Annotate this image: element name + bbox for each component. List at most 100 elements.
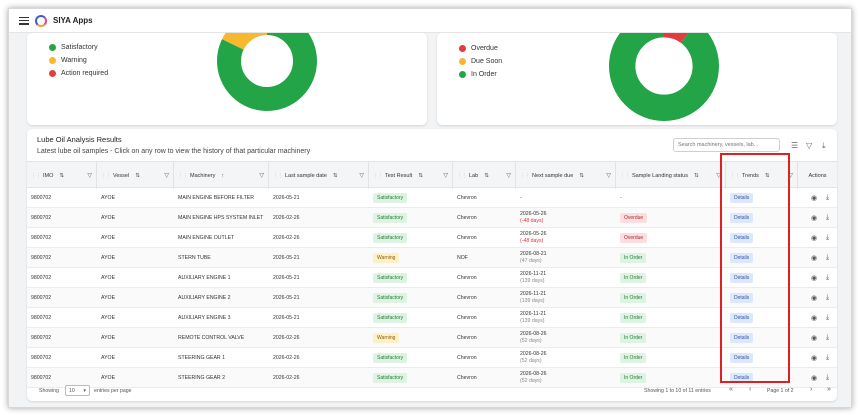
lab-cell: Chevron bbox=[457, 375, 477, 381]
landing-status-badge: In Order bbox=[620, 353, 647, 363]
row-download-icon[interactable]: ⤓ bbox=[826, 288, 829, 308]
landing-status-badge: In Order bbox=[620, 313, 647, 323]
legend-item-overdue[interactable]: Overdue bbox=[459, 42, 502, 55]
column-filter-icon: ▽ bbox=[606, 173, 611, 179]
trends-column-highlight bbox=[720, 153, 790, 383]
last-sample-date-cell: 2026-02-26 bbox=[273, 375, 300, 381]
chevron-down-icon: ▾ bbox=[83, 388, 86, 394]
view-eye-icon[interactable]: ◉ bbox=[811, 328, 817, 348]
view-eye-icon[interactable]: ◉ bbox=[811, 288, 817, 308]
vessel-cell: AYOE bbox=[101, 195, 116, 201]
page-indicator: Page 1 of 2 bbox=[767, 388, 794, 394]
column-header-vessel[interactable]: ⋮⋮ Vessel ⇅ ▽ bbox=[97, 162, 174, 189]
view-eye-icon[interactable]: ◉ bbox=[811, 308, 817, 328]
column-header-actions: Actions bbox=[808, 172, 827, 179]
last-sample-date-cell: 2026-05-21 bbox=[273, 295, 300, 301]
row-download-icon[interactable]: ⤓ bbox=[826, 328, 829, 348]
row-download-icon[interactable]: ⤓ bbox=[826, 348, 829, 368]
legend-item-action-required[interactable]: Action required bbox=[49, 67, 108, 80]
table-row[interactable]: 9800702 AYOE MAIN ENGINE HPS SYSTEM INLET 2… bbox=[27, 208, 837, 228]
prev-page-icon[interactable]: ‹ bbox=[749, 386, 751, 393]
column-header-imo[interactable]: ⋮⋮ IMO ⇅ ▽ bbox=[27, 162, 97, 189]
sample-due-summary-card: Overdue Due Soon In Order bbox=[437, 33, 837, 125]
landing-status-badge: In Order bbox=[620, 293, 647, 303]
row-download-icon[interactable]: ⤓ bbox=[826, 268, 829, 288]
row-download-icon[interactable]: ⤓ bbox=[826, 248, 829, 268]
columns-icon[interactable]: ☰ bbox=[791, 141, 798, 150]
row-download-icon[interactable]: ⤓ bbox=[826, 208, 829, 228]
imo-cell: 9800702 bbox=[31, 215, 52, 221]
landing-status-badge: In Order bbox=[620, 373, 647, 383]
entries-count: Showing 1 to 10 of 11 entries bbox=[644, 388, 711, 394]
vessel-cell: AYOE bbox=[101, 335, 116, 341]
table-row[interactable]: 9800702 AYOE AUXILIARY ENGINE 3 2026-05-21 S… bbox=[27, 308, 837, 328]
column-filter-icon: ▽ bbox=[164, 173, 169, 179]
test-result-badge: Satisfactory bbox=[373, 213, 408, 223]
next-sample-due-date: 2026-05-26 bbox=[520, 211, 547, 217]
test-result-donut-chart[interactable] bbox=[217, 33, 317, 111]
next-sample-due-date: 2026-08-21 bbox=[520, 251, 547, 257]
lab-cell: Chevron bbox=[457, 235, 477, 241]
legend-item-due-soon[interactable]: Due Soon bbox=[459, 55, 502, 68]
row-download-icon[interactable]: ⤓ bbox=[826, 308, 829, 328]
column-filter-icon: ▽ bbox=[87, 173, 92, 179]
donut-segment-in-order[interactable] bbox=[609, 33, 719, 121]
menu-icon[interactable] bbox=[19, 16, 29, 25]
days-remaining: (52 days) bbox=[520, 358, 542, 364]
last-sample-date-cell: 2026-02-26 bbox=[273, 355, 300, 361]
sample-due-legend: Overdue Due Soon In Order bbox=[459, 42, 502, 81]
legend-item-in-order[interactable]: In Order bbox=[459, 68, 502, 81]
table-row[interactable]: 9800702 AYOE AUXILIARY ENGINE 2 2026-05-21 S… bbox=[27, 288, 837, 308]
last-page-icon[interactable]: » bbox=[827, 386, 831, 393]
legend-item-satisfactory[interactable]: Satisfactory bbox=[49, 41, 108, 54]
view-eye-icon[interactable]: ◉ bbox=[811, 348, 817, 368]
table-row[interactable]: 9800702 AYOE STEERING GEAR 1 2026-02-26 Sati… bbox=[27, 348, 837, 368]
view-eye-icon[interactable]: ◉ bbox=[811, 228, 817, 248]
column-filter-icon: ▽ bbox=[506, 173, 511, 179]
table-row[interactable]: 9800702 AYOE STERN TUBE 2026-05-21 Warning NO… bbox=[27, 248, 837, 268]
test-result-badge: Satisfactory bbox=[373, 313, 408, 323]
column-header-machinery[interactable]: ⋮⋮ Machinery ↑ ▽ bbox=[174, 162, 269, 189]
test-result-summary-card: Satisfactory Warning Action required bbox=[27, 33, 427, 125]
view-eye-icon[interactable]: ◉ bbox=[811, 268, 817, 288]
machinery-cell: AUXILIARY ENGINE 3 bbox=[178, 315, 231, 321]
legend-item-warning[interactable]: Warning bbox=[49, 54, 108, 67]
machinery-cell: AUXILIARY ENGINE 2 bbox=[178, 295, 231, 301]
view-eye-icon[interactable]: ◉ bbox=[811, 188, 817, 208]
download-icon[interactable]: ⤓ bbox=[822, 141, 826, 151]
lab-cell: Chevron bbox=[457, 215, 477, 221]
view-eye-icon[interactable]: ◉ bbox=[811, 208, 817, 228]
column-header-test-result[interactable]: ⋮⋮ Test Result ⇅ ▽ bbox=[369, 162, 453, 189]
column-header-lab[interactable]: ⋮⋮ Lab ⇅ ▽ bbox=[453, 162, 516, 189]
next-page-icon[interactable]: › bbox=[810, 386, 812, 393]
vessel-cell: AYOE bbox=[101, 215, 116, 221]
vessel-cell: AYOE bbox=[101, 295, 116, 301]
view-eye-icon[interactable]: ◉ bbox=[811, 248, 817, 268]
next-sample-due-date: 2026-08-26 bbox=[520, 371, 547, 377]
column-filter-icon: ▽ bbox=[443, 173, 448, 179]
search-input[interactable] bbox=[673, 138, 780, 152]
filter-icon[interactable]: ▽ bbox=[806, 141, 812, 150]
last-sample-date-cell: 2026-02-26 bbox=[273, 235, 300, 241]
first-page-icon[interactable]: « bbox=[729, 386, 733, 393]
table-row[interactable]: 9800702 AYOE MAIN ENGINE BEFORE FILTER 2026… bbox=[27, 188, 837, 208]
machinery-cell: STERN TUBE bbox=[178, 255, 211, 261]
imo-cell: 9800702 bbox=[31, 355, 52, 361]
page-size-select[interactable]: 10 ▾ bbox=[65, 385, 90, 396]
legend-dot-icon bbox=[49, 57, 56, 64]
table-row[interactable]: 9800702 AYOE REMOTE CONTROL VALVE 2026-02-2… bbox=[27, 328, 837, 348]
column-filter-icon: ▽ bbox=[259, 173, 264, 179]
sample-due-donut-chart[interactable] bbox=[609, 33, 719, 121]
column-header-last-sample-date[interactable]: ⋮⋮ Last sample date ⇅ ▽ bbox=[269, 162, 369, 189]
table-row[interactable]: 9800702 AYOE MAIN ENGINE OUTLET 2026-02-26 S… bbox=[27, 228, 837, 248]
column-header-sample-landing-status[interactable]: ⋮⋮ Sample Landing status ⇅ ▽ bbox=[616, 162, 726, 189]
table-row[interactable]: 9800702 AYOE AUXILIARY ENGINE 1 2026-05-21 S… bbox=[27, 268, 837, 288]
test-result-badge: Warning bbox=[373, 253, 400, 263]
sort-icon: ↑ bbox=[221, 172, 225, 179]
next-sample-due-date: 2026-11-21 bbox=[520, 271, 547, 277]
lab-cell: Chevron bbox=[457, 275, 477, 281]
row-download-icon[interactable]: ⤓ bbox=[826, 228, 829, 248]
column-header-next-sample-due[interactable]: ⋮⋮ Next sample due ⇅ ▽ bbox=[516, 162, 616, 189]
row-download-icon[interactable]: ⤓ bbox=[826, 188, 829, 208]
vessel-cell: AYOE bbox=[101, 355, 116, 361]
